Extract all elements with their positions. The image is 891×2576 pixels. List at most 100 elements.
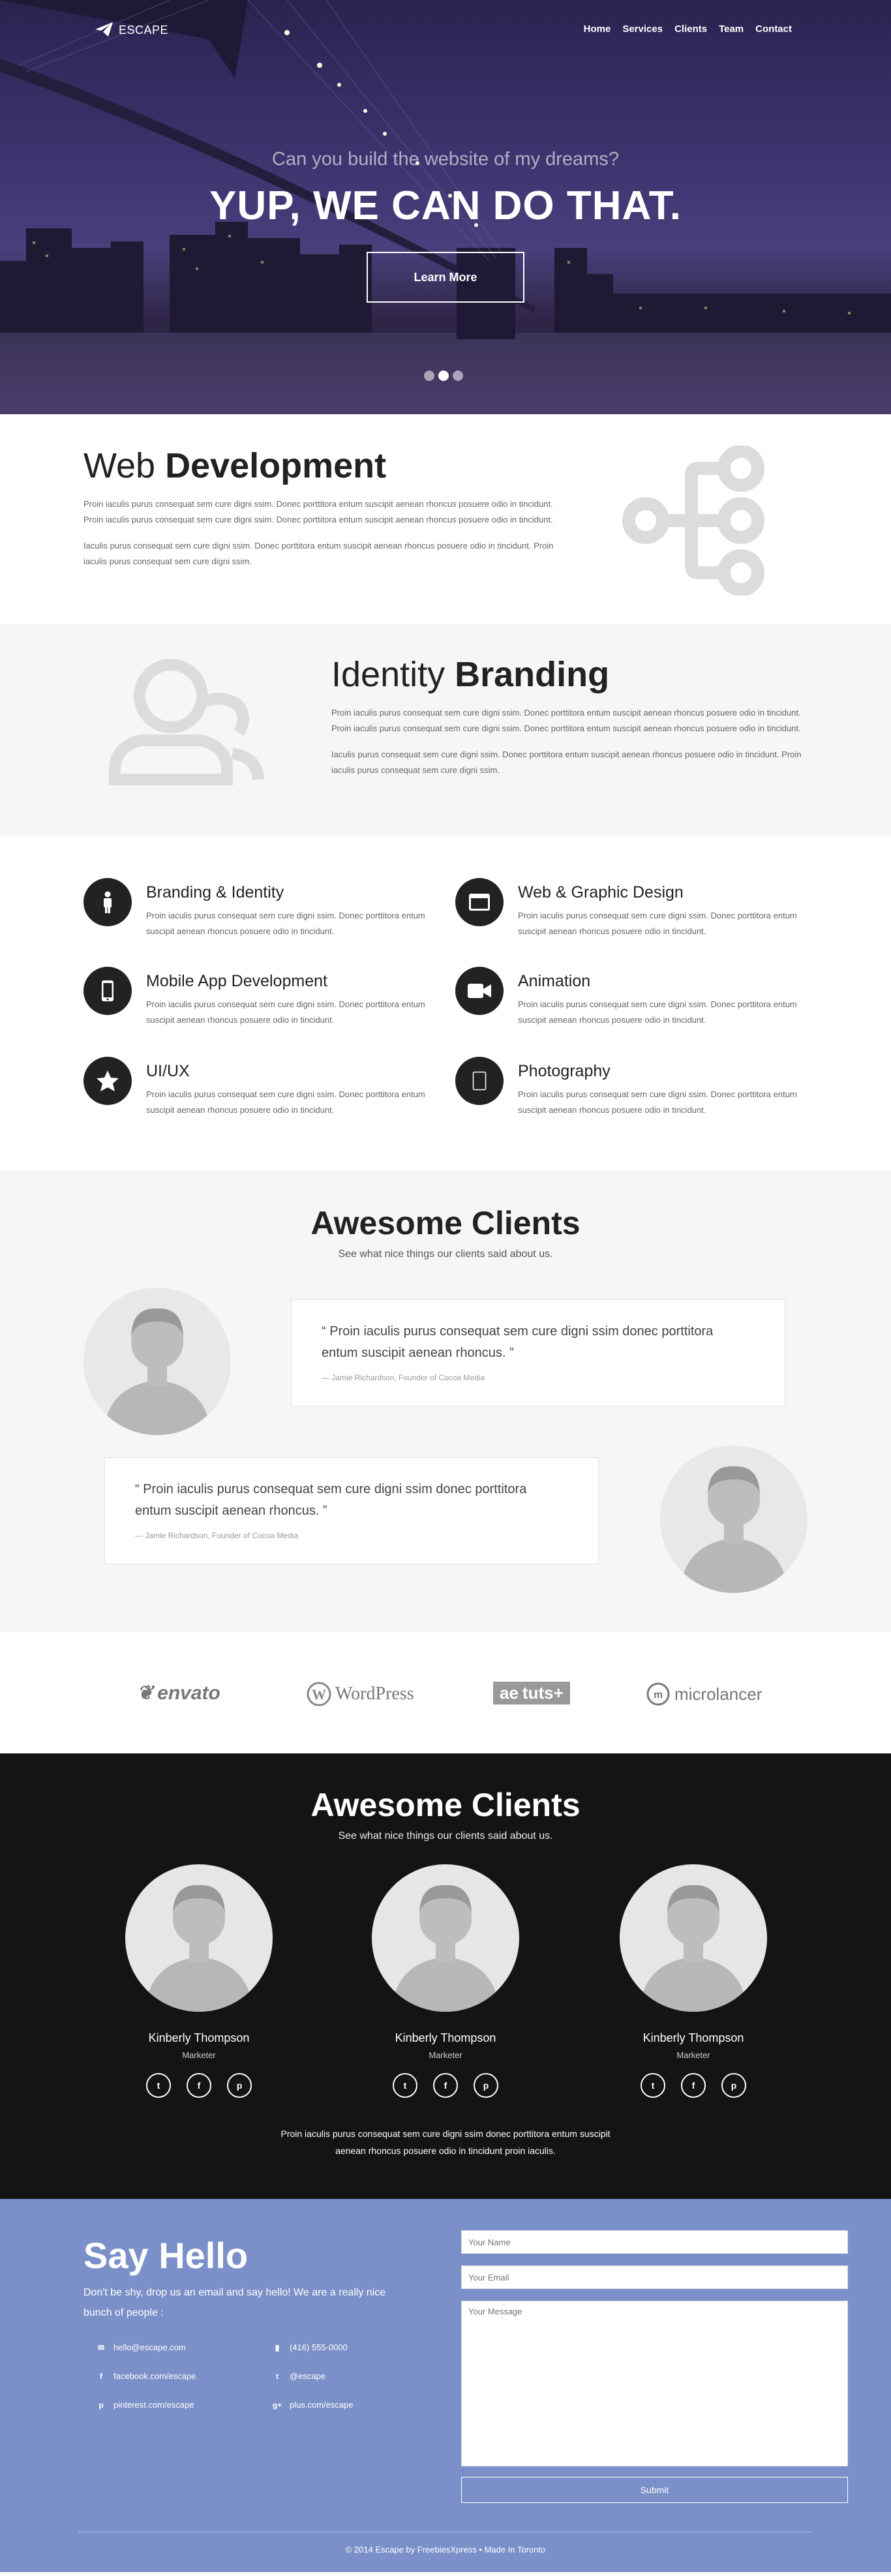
contact-title-light: Say — [83, 2235, 159, 2276]
clients-subtitle: See what nice things our clients said ab… — [338, 1249, 553, 1260]
member-photo — [125, 1864, 273, 2012]
web-dev-paragraph-1: Proin iaculis purus consequat sem cure d… — [83, 499, 553, 524]
service-icon-circle — [455, 878, 504, 926]
contact-title-bold: Hello — [159, 2235, 249, 2276]
google-plus-icon: g+ — [272, 2400, 282, 2410]
navbar: ESCAPE Home Services Clients Team Contac… — [0, 0, 891, 60]
svg-text:m: m — [654, 1690, 663, 1701]
contact-twitter[interactable]: t @escape — [273, 2371, 325, 2381]
pinterest-icon[interactable]: p — [474, 2073, 498, 2098]
nav-home[interactable]: Home — [584, 23, 611, 35]
browser-window-icon — [469, 894, 490, 911]
twitter-icon[interactable]: t — [146, 2073, 171, 2098]
nav-clients[interactable]: Clients — [674, 23, 707, 35]
team-title: Awesome Clients — [310, 1787, 581, 1823]
service-icon-circle — [83, 878, 132, 926]
slider-dot-3[interactable] — [453, 371, 463, 381]
slider-dot-1[interactable] — [424, 371, 434, 381]
service-title: Animation — [518, 972, 591, 990]
identity-text: Identity Branding Proin iaculis purus co… — [331, 654, 811, 778]
logo-text: ESCAPE — [119, 23, 169, 37]
facebook-icon[interactable]: f — [187, 2073, 211, 2098]
service-icon-circle — [455, 967, 504, 1015]
member-name: Kinberly Thompson — [395, 2031, 496, 2044]
service-text: Proin iaculis purus consequat sem cure d… — [518, 1089, 797, 1115]
web-dev-title: Web Development — [83, 446, 566, 486]
identity-title-bold: Branding — [455, 655, 610, 694]
team-subtitle: See what nice things our clients said ab… — [338, 1830, 553, 1841]
clients-testimonials-section: Awesome Clients See what nice things our… — [0, 1170, 891, 1632]
twitter-icon[interactable]: t — [393, 2073, 417, 2098]
web-dev-title-light: Web — [83, 446, 166, 485]
service-title: Web & Graphic Design — [518, 883, 684, 902]
facebook-icon[interactable]: f — [681, 2073, 706, 2098]
identity-paragraph-1: Proin iaculis purus consequat sem cure d… — [331, 708, 801, 733]
contact-email[interactable]: ✉ hello@escape.com — [97, 2342, 186, 2352]
contact-gplus[interactable]: g+ plus.com/escape — [273, 2400, 354, 2410]
testimonial-quote: “ Proin iaculis purus consequat sem cure… — [135, 1482, 527, 1518]
facebook-icon[interactable]: f — [433, 2073, 458, 2098]
twitter-icon[interactable]: t — [641, 2073, 665, 2098]
pinterest-icon: p — [98, 2400, 104, 2410]
service-text: Proin iaculis purus consequat sem cure d… — [518, 999, 797, 1025]
paper-plane-icon — [95, 22, 113, 37]
mobile-phone-icon — [102, 980, 113, 1001]
nav-services[interactable]: Services — [622, 23, 663, 35]
client-avatar — [83, 1288, 231, 1435]
hero-title: YUP, WE CAN DO THAT. — [209, 183, 682, 228]
identity-title-light: Identity — [331, 655, 455, 694]
logo-microlancer-text: microlancer — [674, 1684, 763, 1704]
email-input[interactable] — [461, 2265, 848, 2289]
hero-subtitle: Can you build the website of my dreams? — [272, 149, 619, 170]
phone-icon: ▮ — [275, 2342, 280, 2352]
users-icon — [109, 659, 264, 785]
logo-wordpress[interactable]: W WordPress — [307, 1682, 414, 1706]
name-input[interactable] — [461, 2230, 848, 2254]
learn-more-button[interactable]: Learn More — [367, 252, 524, 303]
nav-contact[interactable]: Contact — [755, 23, 792, 35]
contact-pinterest[interactable]: p pinterest.com/escape — [97, 2400, 194, 2410]
message-textarea[interactable] — [461, 2301, 848, 2466]
logo-tuts-text: tuts+ — [522, 1683, 564, 1703]
envelope-icon: ✉ — [97, 2342, 105, 2352]
service-web-design: Web & Graphic Design Proin iaculis purus… — [455, 878, 801, 950]
team-member: Kinberly Thompson Marketer t f p — [124, 1864, 274, 2098]
person-silhouette-icon — [145, 1885, 253, 2012]
team-section: Awesome Clients See what nice things our… — [0, 1753, 891, 2199]
contact-phone: ▮ (416) 555-0000 — [273, 2342, 348, 2352]
pinterest-icon[interactable]: p — [227, 2073, 252, 2098]
member-role: Marketer — [429, 2050, 462, 2060]
logo-tuts[interactable]: ae tuts+ — [493, 1682, 570, 1705]
service-title: Branding & Identity — [146, 883, 284, 902]
submit-button[interactable]: Submit — [461, 2477, 848, 2503]
pinterest-icon[interactable]: p — [721, 2073, 746, 2098]
logo-microlancer[interactable]: m microlancer — [646, 1682, 762, 1706]
member-social: t f p — [618, 2073, 768, 2098]
service-icon-circle — [83, 1057, 132, 1105]
logo-envato[interactable]: ❦ envato — [137, 1682, 220, 1705]
contact-facebook[interactable]: f facebook.com/escape — [97, 2371, 196, 2381]
service-text: Proin iaculis purus consequat sem cure d… — [146, 1089, 425, 1115]
logo[interactable]: ESCAPE — [95, 22, 168, 38]
contact-gplus-text: plus.com/escape — [290, 2400, 354, 2410]
team-description: Proin iaculis purus consequat sem cure d… — [280, 2129, 611, 2156]
service-animation: Animation Proin iaculis purus consequat … — [455, 967, 801, 1038]
web-dev-paragraph-2: Iaculis purus consequat sem cure digni s… — [83, 541, 554, 566]
service-text: Proin iaculis purus consequat sem cure d… — [146, 911, 425, 936]
slider-dots — [424, 371, 463, 381]
web-dev-title-bold: Development — [165, 446, 387, 485]
logo-envato-text: envato — [157, 1682, 220, 1704]
logo-wordpress-text: WordPress — [335, 1684, 414, 1704]
testimonial-card: “ Proin iaculis purus consequat sem cure… — [104, 1457, 599, 1564]
service-text: Proin iaculis purus consequat sem cure d… — [518, 911, 797, 936]
person-silhouette-icon — [391, 1885, 500, 2012]
services-section: Branding & Identity Proin iaculis purus … — [0, 836, 891, 1170]
member-role: Marketer — [676, 2050, 710, 2060]
nav-team[interactable]: Team — [719, 23, 744, 35]
slider-dot-2[interactable] — [438, 371, 449, 381]
video-camera-icon — [468, 984, 491, 998]
wordpress-icon: W — [307, 1682, 331, 1706]
service-title: UI/UX — [146, 1062, 190, 1080]
tablet-icon — [472, 1071, 487, 1091]
identity-paragraph-2: Iaculis purus consequat sem cure digni s… — [331, 750, 802, 775]
